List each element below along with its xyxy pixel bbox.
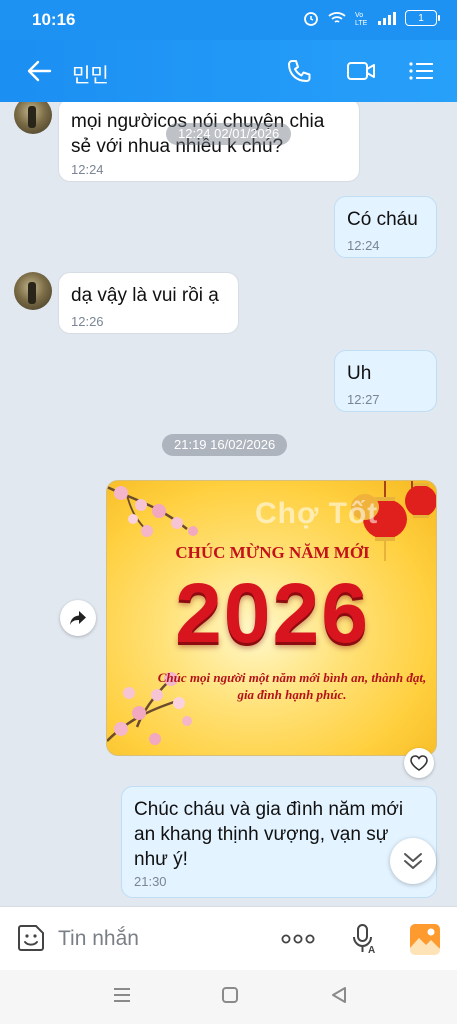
message-text: Có cháu (347, 209, 418, 230)
status-time: 10:16 (32, 10, 76, 29)
nav-recents-button[interactable] (112, 986, 132, 1009)
volte-icon: VoLTE (355, 12, 368, 26)
sticker-button[interactable] (16, 923, 46, 958)
back-button[interactable] (24, 57, 56, 85)
chat-title[interactable]: 민민 (72, 59, 109, 88)
status-bar: 10:16 Vo LTE 1 (0, 0, 457, 40)
image-icon (410, 924, 440, 955)
call-button[interactable] (284, 57, 316, 85)
share-icon (70, 611, 86, 625)
message-time: 12:24 (71, 162, 104, 177)
wifi-icon (328, 12, 346, 23)
avatar[interactable] (14, 272, 52, 310)
message-time: 12:24 (347, 238, 380, 253)
image-wish-text: Chúc mọi người một năm mới bình an, thàn… (157, 670, 427, 702)
video-call-icon (347, 62, 375, 80)
chat-area[interactable]: mọi ngườicos nói chuyện chia sẻ với nhua… (0, 102, 457, 906)
scroll-to-bottom-button[interactable] (390, 838, 436, 884)
message-text: Uh (347, 363, 372, 384)
more-button[interactable] (280, 929, 316, 954)
status-icons: Vo LTE 1 (303, 10, 440, 26)
image-message[interactable]: Chợ Tốt CHÚC MỪNG NĂM MỚI 2026 Chúc mọi … (106, 480, 437, 756)
message-time: 12:27 (347, 392, 380, 407)
nav-back-button[interactable] (330, 986, 348, 1009)
svg-text:Vo: Vo (355, 12, 363, 19)
sticker-icon (18, 925, 44, 951)
message-time: 21:30 (134, 874, 167, 889)
image-watermark: Chợ Tốt (255, 497, 379, 530)
menu-button[interactable] (406, 57, 438, 85)
nav-home-button[interactable] (221, 986, 239, 1009)
message-time: 12:26 (71, 314, 104, 329)
battery-icon: 1 (405, 10, 440, 26)
date-separator: 12:24 02/01/2026 (166, 123, 292, 145)
video-call-button[interactable] (345, 57, 377, 85)
voice-button[interactable]: A (350, 923, 378, 960)
signal-icon (378, 12, 396, 25)
like-button[interactable] (404, 748, 434, 778)
avatar[interactable] (14, 102, 52, 134)
image-banner-text: CHÚC MỪNG NĂM MỚI (175, 543, 370, 562)
alarm-icon (304, 12, 318, 26)
message-bubble-outgoing[interactable]: Chúc cháu và gia đình năm mới an khang t… (121, 786, 437, 898)
message-text: dạ vậy là vui rồi ạ (71, 285, 219, 306)
svg-text:LTE: LTE (355, 20, 368, 26)
svg-text:A: A (368, 945, 375, 955)
image-picker-button[interactable] (408, 921, 442, 960)
message-input[interactable]: Tin nhắn (58, 927, 139, 951)
message-input-bar: Tin nhắn A (0, 906, 457, 970)
battery-level: 1 (418, 12, 424, 24)
date-separator: 21:19 16/02/2026 (162, 434, 288, 456)
message-bubble-outgoing[interactable]: Có cháu 12:24 (334, 196, 437, 258)
message-bubble-outgoing[interactable]: Uh 12:27 (334, 350, 437, 412)
share-button[interactable] (60, 600, 96, 636)
nav-home-icon (222, 987, 238, 1003)
back-icon (27, 60, 52, 82)
heart-icon (410, 755, 428, 771)
system-nav-bar (0, 970, 457, 1024)
message-text: Chúc cháu và gia đình năm mới an khang t… (134, 799, 404, 870)
more-icon (281, 934, 315, 944)
phone-icon (288, 60, 311, 82)
nav-back-icon (332, 987, 346, 1003)
chevron-double-down-icon (404, 853, 422, 869)
message-bubble-incoming[interactable]: dạ vậy là vui rồi ạ 12:26 (58, 272, 239, 334)
menu-list-icon (409, 62, 433, 80)
image-year-text: 2026 (175, 566, 370, 660)
voice-icon: A (353, 924, 375, 956)
chat-header: 민민 (0, 40, 457, 102)
nav-recents-icon (114, 988, 130, 1002)
